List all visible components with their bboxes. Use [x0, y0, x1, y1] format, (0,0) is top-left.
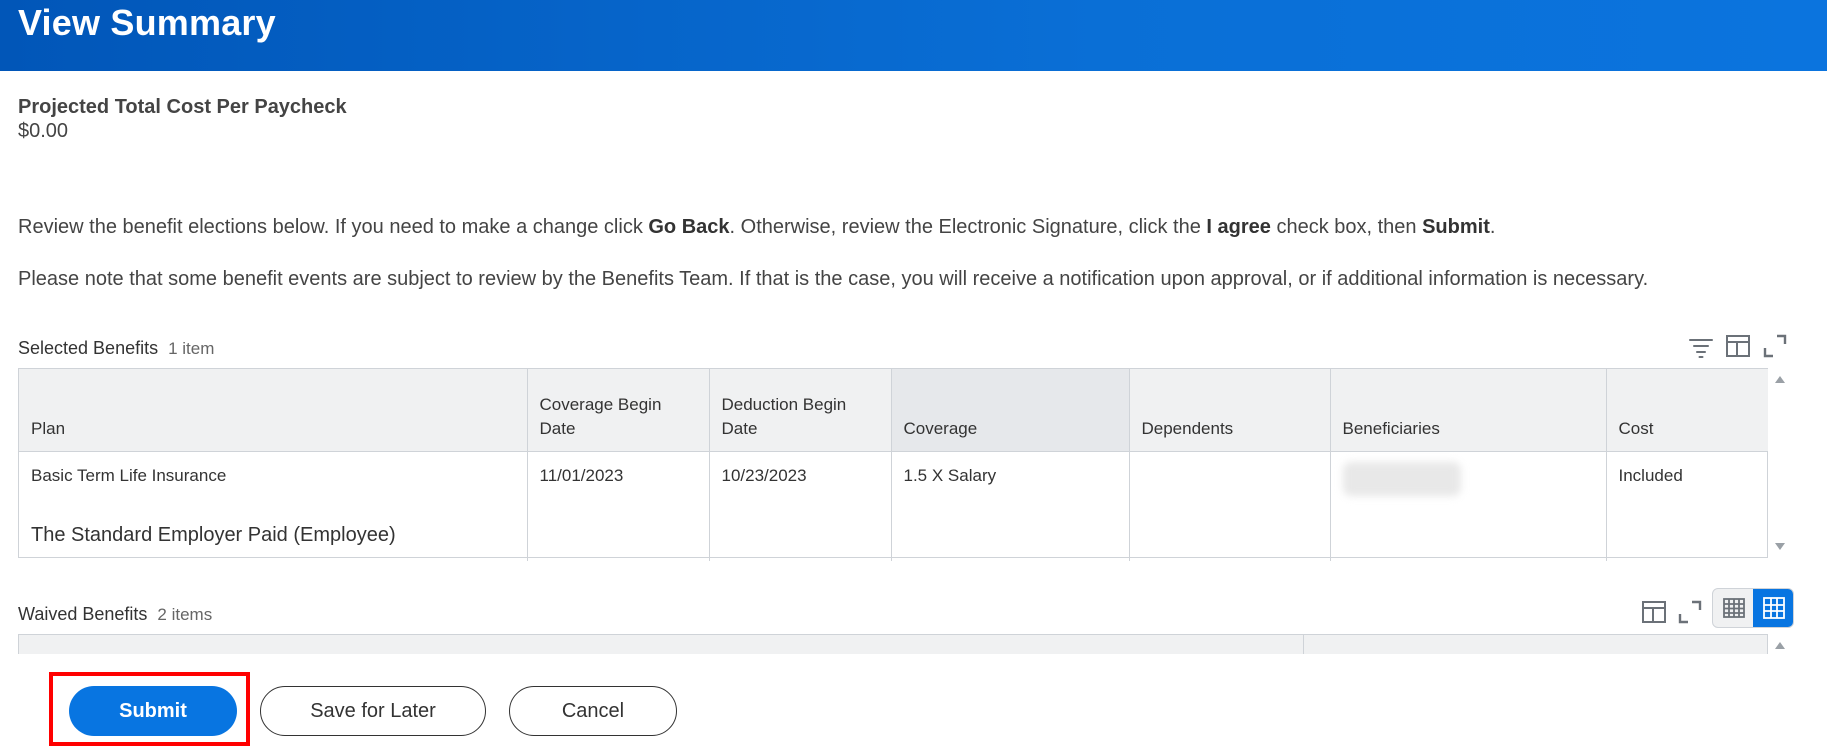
column-header-coverage[interactable]: Coverage — [891, 369, 1130, 452]
table-header-row: Plan Coverage Begin Date Deduction Begin… — [19, 369, 1768, 452]
projected-cost-value: $0.00 — [18, 120, 69, 142]
column-header-dependents[interactable]: Dependents — [1129, 369, 1331, 452]
column-header-deduction-begin-date[interactable]: Deduction Begin Date — [709, 369, 892, 452]
column-divider — [1303, 635, 1304, 655]
cell-coverage: 1.5 X Salary — [891, 451, 1130, 561]
view-toggle — [1712, 588, 1794, 628]
redacted-beneficiary — [1342, 461, 1461, 496]
column-layout-icon[interactable] — [1724, 332, 1752, 360]
cell-deduction-begin-date: 10/23/2023 — [709, 451, 892, 561]
section-title: Selected Benefits — [18, 338, 159, 358]
column-header-coverage-begin-date[interactable]: Coverage Begin Date — [527, 369, 710, 452]
item-count: 2 items — [157, 605, 213, 624]
expand-icon[interactable] — [1761, 332, 1789, 360]
selected-benefits-heading: Selected Benefits 1 item — [18, 338, 214, 359]
grid-view-icon[interactable] — [1753, 589, 1793, 627]
page-title: View Summary — [18, 2, 276, 43]
cell-dependents — [1129, 451, 1331, 561]
page-header: View Summary — [0, 0, 1827, 71]
column-header-cost[interactable]: Cost — [1606, 369, 1768, 452]
scroll-down-arrow-icon[interactable] — [1775, 543, 1785, 550]
instruction-text: . Otherwise, review the Electronic Signa… — [729, 216, 1207, 238]
table-row: Basic Term Life Insurance The Standard E… — [19, 451, 1768, 561]
go-back-emphasis: Go Back — [648, 216, 730, 238]
column-header-plan[interactable]: Plan — [19, 369, 528, 452]
waived-benefits-heading: Waived Benefits 2 items — [18, 604, 212, 625]
section-title: Waived Benefits — [18, 604, 148, 624]
instruction-text: . — [1489, 216, 1496, 238]
table-view-icon[interactable] — [1713, 589, 1754, 627]
cancel-button[interactable]: Cancel — [509, 686, 677, 736]
submit-button[interactable]: Submit — [69, 686, 237, 736]
filter-icon[interactable] — [1687, 332, 1715, 360]
instruction-text: check box, then — [1270, 216, 1423, 238]
instructions-paragraph: Review the benefit elections below. If y… — [18, 216, 1495, 239]
scroll-up-arrow-icon[interactable] — [1775, 376, 1785, 383]
cell-beneficiaries — [1330, 451, 1607, 561]
expand-icon[interactable] — [1676, 598, 1704, 626]
projected-cost-label: Projected Total Cost Per Paycheck — [18, 96, 347, 118]
cell-coverage-begin-date: 11/01/2023 — [527, 451, 710, 561]
column-layout-icon[interactable] — [1640, 598, 1668, 626]
column-header-beneficiaries[interactable]: Beneficiaries — [1330, 369, 1607, 452]
table-scrollbar[interactable] — [1768, 368, 1792, 558]
selected-benefits-table: Plan Coverage Begin Date Deduction Begin… — [18, 368, 1768, 561]
review-note-paragraph: Please note that some benefit events are… — [18, 268, 1649, 290]
plan-provider: The Standard Employer Paid (Employee) — [31, 523, 396, 546]
waived-benefits-table-header — [18, 634, 1768, 655]
item-count: 1 item — [168, 339, 215, 358]
i-agree-emphasis: I agree — [1206, 216, 1271, 238]
cell-plan: Basic Term Life Insurance The Standard E… — [19, 451, 528, 561]
save-for-later-button[interactable]: Save for Later — [260, 686, 486, 736]
instruction-text: Review the benefit elections below. If y… — [18, 216, 649, 238]
cell-cost: Included — [1618, 465, 1683, 485]
scroll-up-arrow-icon[interactable] — [1775, 642, 1785, 649]
plan-name: Basic Term Life Insurance — [31, 465, 227, 485]
submit-emphasis: Submit — [1422, 216, 1490, 238]
